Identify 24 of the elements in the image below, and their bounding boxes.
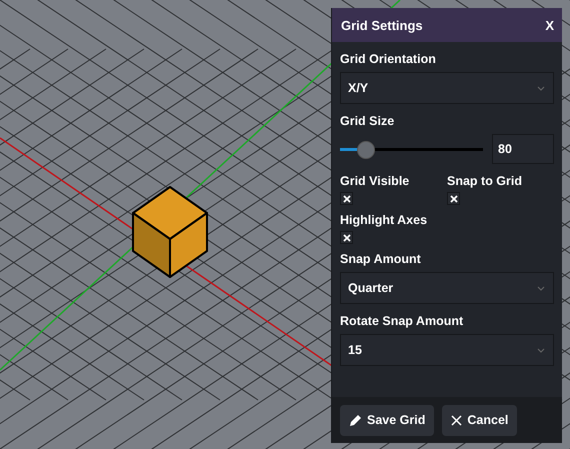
dropdown[interactable]: 15 <box>340 334 554 366</box>
field-label: Grid Size <box>340 114 396 128</box>
field-label: Rotate Snap Amount <box>340 314 464 328</box>
checkbox[interactable] <box>340 192 353 205</box>
chevron-icon <box>537 286 545 290</box>
field-label: Grid Orientation <box>340 52 437 66</box>
dropdown[interactable]: Quarter <box>340 272 554 304</box>
dialog-title: Grid Settings <box>341 18 423 32</box>
save-button[interactable]: Save Grid <box>340 404 434 436</box>
chevron-icon <box>537 86 545 90</box>
pencil-icon <box>349 414 362 426</box>
close-icon <box>451 414 462 426</box>
checkbox-label: Highlight Axes <box>340 213 428 227</box>
field-label: Snap Amount <box>340 252 422 266</box>
cancel-button[interactable]: Cancel <box>442 404 518 436</box>
dropdown[interactable]: X/Y <box>340 72 554 104</box>
slider-thumb[interactable] <box>357 140 376 158</box>
chevron-icon <box>537 348 545 352</box>
number-input[interactable]: 80 <box>492 134 554 164</box>
close-button[interactable]: X <box>545 18 554 32</box>
checkbox-label: Grid Visible <box>340 174 410 188</box>
checkbox-label: Snap to Grid <box>447 174 523 188</box>
checkbox[interactable] <box>447 192 460 205</box>
checkbox[interactable] <box>340 231 353 244</box>
